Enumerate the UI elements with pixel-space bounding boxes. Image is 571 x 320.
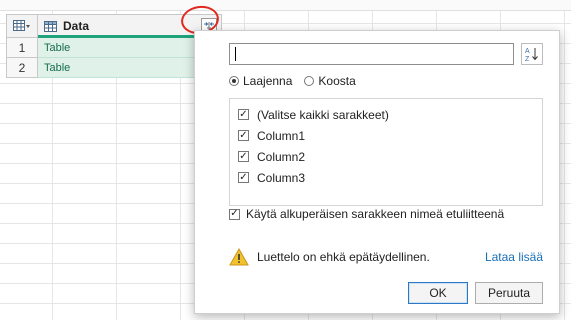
sort-ascending-button[interactable]: A Z	[521, 43, 543, 65]
table-row: 1 Table	[6, 38, 222, 58]
cancel-button[interactable]: Peruuta	[475, 282, 543, 304]
sort-az-icon: A Z	[525, 48, 538, 62]
checkmark-icon: ✓	[239, 171, 248, 183]
svg-text:Z: Z	[525, 56, 530, 62]
table-row: 2 Table	[6, 58, 222, 78]
checkbox-label: Column2	[257, 149, 306, 164]
svg-text:A: A	[525, 48, 530, 55]
warning-icon	[229, 248, 249, 266]
column-checkbox-list: ✓ (Valitse kaikki sarakkeet) ✓ Column1 ✓…	[229, 98, 543, 206]
incomplete-list-warning: Luettelo on ehkä epätäydellinen. Lataa l…	[229, 248, 543, 266]
table-menu-button[interactable]	[6, 14, 38, 38]
column-item-column1[interactable]: ✓ Column1	[230, 125, 542, 146]
warning-text: Luettelo on ehkä epätäydellinen.	[257, 250, 430, 264]
column-search-input[interactable]	[229, 43, 514, 65]
use-prefix-option[interactable]: ✓ Käytä alkuperäisen sarakkeen nimeä etu…	[229, 207, 504, 221]
checkbox[interactable]: ✓	[238, 172, 249, 183]
formula-strip	[0, 0, 571, 11]
checkbox[interactable]: ✓	[238, 109, 249, 120]
checkbox-label: (Valitse kaikki sarakkeet)	[257, 107, 389, 122]
use-prefix-label: Käytä alkuperäisen sarakkeen nimeä etuli…	[246, 207, 505, 221]
aggregate-radio[interactable]	[304, 76, 315, 86]
checkmark-icon: ✓	[239, 150, 248, 162]
column-item-column3[interactable]: ✓ Column3	[230, 167, 542, 188]
checkbox-label: Column1	[257, 128, 306, 143]
checkmark-icon: ✓	[239, 129, 248, 141]
column-item-column2[interactable]: ✓ Column2	[230, 146, 542, 167]
checkbox[interactable]: ✓	[238, 130, 249, 141]
table-grid-icon	[13, 20, 30, 31]
expand-radio-option[interactable]: Laajenna	[229, 74, 292, 88]
checkbox[interactable]: ✓	[238, 151, 249, 162]
expand-radio[interactable]	[229, 76, 239, 86]
row-number: 1	[6, 38, 38, 58]
table-column-icon	[44, 20, 57, 32]
expand-radio-label: Laajenna	[243, 74, 293, 88]
use-prefix-checkbox[interactable]: ✓	[229, 208, 240, 220]
load-more-link[interactable]: Lataa lisää	[485, 250, 543, 264]
checkbox-label: Column3	[257, 170, 306, 185]
ok-button[interactable]: OK	[408, 282, 468, 304]
checkmark-icon: ✓	[230, 208, 239, 219]
column-header-label: Data	[63, 19, 90, 33]
expand-column-popup: A Z Laajenna Koosta ✓ (Valitse kaikki sa…	[194, 30, 560, 314]
aggregate-radio-option[interactable]: Koosta	[304, 74, 356, 88]
mode-radio-group: Laajenna Koosta	[229, 74, 368, 88]
checkmark-icon: ✓	[239, 108, 248, 120]
row-number: 2	[6, 58, 38, 78]
aggregate-radio-label: Koosta	[318, 74, 356, 88]
select-all-columns-item[interactable]: ✓ (Valitse kaikki sarakkeet)	[230, 104, 542, 125]
text-cursor	[235, 47, 236, 61]
